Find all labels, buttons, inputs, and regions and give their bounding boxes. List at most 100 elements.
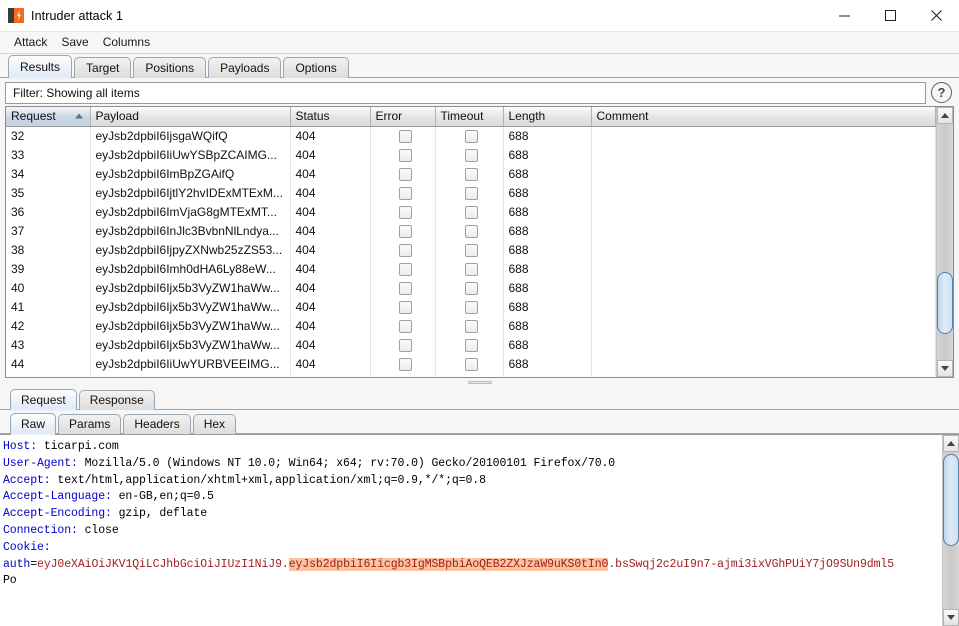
raw-scroll-up-arrow-icon[interactable] [943,435,959,452]
cell-comment [591,202,936,221]
table-row[interactable]: 44eyJsb2dpbiI6IiUwYURBVEEIMG...404688 [6,354,936,373]
title-bar: Intruder attack 1 [0,0,959,32]
error-checkbox[interactable] [399,244,412,257]
table-row[interactable]: 34eyJsb2dpbiI6ImBpZGAifQ404688 [6,164,936,183]
cell-comment [591,373,936,377]
splitter-grip[interactable] [468,381,492,384]
timeout-checkbox[interactable] [465,206,478,219]
tab-response[interactable]: Response [79,390,155,410]
cell-status: 404 [290,145,370,164]
table-row[interactable]: 40eyJsb2dpbiI6Ijx5b3VyZW1haWw...404688 [6,278,936,297]
raw-scroll-track[interactable] [943,452,959,609]
cell-status: 404 [290,183,370,202]
close-icon[interactable] [913,0,959,31]
error-checkbox[interactable] [399,168,412,181]
column-header-timeout[interactable]: Timeout [435,107,503,126]
maximize-icon[interactable] [867,0,913,31]
results-vertical-scrollbar[interactable] [936,107,953,377]
table-row[interactable]: 32eyJsb2dpbiI6IjsgaWQifQ404688 [6,126,936,145]
raw-scroll-down-arrow-icon[interactable] [943,609,959,626]
error-checkbox[interactable] [399,263,412,276]
error-checkbox[interactable] [399,130,412,143]
error-checkbox[interactable] [399,187,412,200]
tab-target[interactable]: Target [74,57,131,78]
tab-positions[interactable]: Positions [133,57,206,78]
timeout-checkbox[interactable] [465,358,478,371]
timeout-checkbox[interactable] [465,263,478,276]
menu-item-columns[interactable]: Columns [96,32,157,53]
timeout-checkbox[interactable] [465,168,478,181]
table-row[interactable]: 35eyJsb2dpbiI6IjtlY2hvIDExMTExM...404688 [6,183,936,202]
error-checkbox[interactable] [399,301,412,314]
sort-ascending-icon [75,114,83,119]
cell-length: 688 [503,335,591,354]
tab-params[interactable]: Params [58,414,121,434]
error-checkbox[interactable] [399,282,412,295]
timeout-checkbox[interactable] [465,130,478,143]
cell-error [370,259,435,278]
column-header-request[interactable]: Request [6,107,90,126]
cell-payload: eyJsb2dpbiI6ImVjaG8gMTExMT... [90,202,290,221]
table-row[interactable]: 42eyJsb2dpbiI6Ijx5b3VyZW1haWw...404688 [6,316,936,335]
error-checkbox[interactable] [399,358,412,371]
timeout-checkbox[interactable] [465,149,478,162]
horizontal-splitter[interactable] [0,378,959,387]
table-row[interactable]: 37eyJsb2dpbiI6InJlc3BvbnNlLndya...404688 [6,221,936,240]
cell-request: 41 [6,297,90,316]
timeout-checkbox[interactable] [465,187,478,200]
table-row[interactable]: 43eyJsb2dpbiI6Ijx5b3VyZW1haWw...404688 [6,335,936,354]
error-checkbox[interactable] [399,206,412,219]
table-row[interactable]: 41eyJsb2dpbiI6Ijx5b3VyZW1haWw...404688 [6,297,936,316]
tab-request[interactable]: Request [10,389,77,410]
cell-length: 688 [503,221,591,240]
error-checkbox[interactable] [399,339,412,352]
menu-item-save[interactable]: Save [54,32,95,53]
cell-request: 45 [6,373,90,377]
column-header-length[interactable]: Length [503,107,591,126]
column-header-status[interactable]: Status [290,107,370,126]
column-header-comment[interactable]: Comment [591,107,936,126]
table-row[interactable]: 38eyJsb2dpbiI6IjpyZXNwb25zZS53...404688 [6,240,936,259]
table-row[interactable]: 36eyJsb2dpbiI6ImVjaG8gMTExMT...404688 [6,202,936,221]
error-checkbox[interactable] [399,320,412,333]
scroll-up-arrow-icon[interactable] [937,107,953,124]
column-header-error[interactable]: Error [370,107,435,126]
tab-headers[interactable]: Headers [123,414,190,434]
tab-options[interactable]: Options [283,57,348,78]
table-row[interactable]: 39eyJsb2dpbiI6Imh0dHA6Ly88eW...404688 [6,259,936,278]
raw-request-text[interactable]: Host: ticarpi.com User-Agent: Mozilla/5.… [0,435,942,626]
cell-error [370,145,435,164]
tab-results[interactable]: Results [8,55,72,78]
timeout-checkbox[interactable] [465,282,478,295]
table-row[interactable]: 45eyJsb2dpbiI6IiUwZCUwYURBVE...404688 [6,373,936,377]
results-scroll-thumb[interactable] [937,272,953,334]
tab-hex[interactable]: Hex [193,414,236,434]
error-checkbox[interactable] [399,225,412,238]
tab-raw[interactable]: Raw [10,413,56,434]
timeout-checkbox[interactable] [465,320,478,333]
minimize-icon[interactable] [821,0,867,31]
raw-scroll-thumb[interactable] [943,454,959,546]
cell-request: 42 [6,316,90,335]
question-mark-icon[interactable]: ? [931,82,952,103]
cell-length: 688 [503,164,591,183]
cell-request: 40 [6,278,90,297]
raw-vertical-scrollbar[interactable] [942,435,959,626]
timeout-checkbox[interactable] [465,225,478,238]
cell-error [370,335,435,354]
cell-status: 404 [290,221,370,240]
timeout-checkbox[interactable] [465,301,478,314]
results-scroll-track[interactable] [937,124,953,360]
scroll-down-arrow-icon[interactable] [937,360,953,377]
table-row[interactable]: 33eyJsb2dpbiI6IiUwYSBpZCAIMG...404688 [6,145,936,164]
timeout-checkbox[interactable] [465,244,478,257]
tab-payloads[interactable]: Payloads [208,57,281,78]
cell-length: 688 [503,240,591,259]
cell-payload: eyJsb2dpbiI6IiUwZCUwYURBVE... [90,373,290,377]
column-header-payload[interactable]: Payload [90,107,290,126]
filter-bar[interactable]: Filter: Showing all items [5,82,926,104]
timeout-checkbox[interactable] [465,339,478,352]
menu-item-attack[interactable]: Attack [7,32,54,53]
cell-length: 688 [503,183,591,202]
error-checkbox[interactable] [399,149,412,162]
